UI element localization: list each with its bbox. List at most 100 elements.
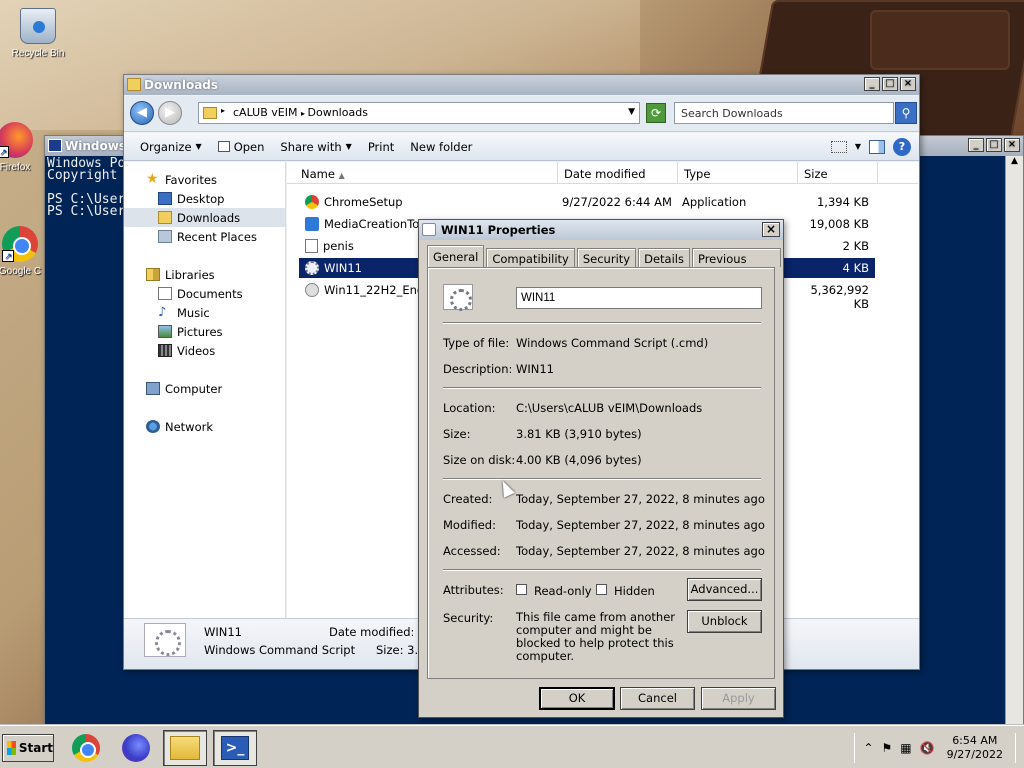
hidden-label[interactable]: Hidden <box>614 584 655 598</box>
back-button[interactable]: ◀ <box>130 101 154 125</box>
share-with-button[interactable]: Share with ▼ <box>272 136 359 158</box>
explorer-titlebar[interactable]: Downloads _ □ × <box>124 75 919 95</box>
desktop-icon-firefox[interactable]: ↗ Firefox <box>0 122 38 173</box>
nav-libraries[interactable]: Libraries <box>124 265 285 284</box>
flag-icon[interactable]: ⚑ <box>882 741 893 755</box>
advanced-button[interactable]: Advanced... <box>687 578 762 601</box>
refresh-button[interactable]: ⟳ <box>646 103 666 123</box>
media-creation-tool-icon <box>305 217 319 231</box>
nav-network[interactable]: Network <box>124 417 285 436</box>
music-icon: ♪ <box>158 305 167 320</box>
taskbar-chrome[interactable] <box>64 730 108 766</box>
taskbar-firefox[interactable] <box>114 730 158 766</box>
nav-label: Favorites <box>165 172 217 187</box>
show-desktop-button[interactable] <box>1015 733 1016 763</box>
file-row[interactable]: ChromeSetup 9/27/2022 6:44 AM Applicatio… <box>299 192 875 212</box>
windows-logo-icon <box>7 741 16 755</box>
file-size: 1,394 KB <box>816 195 869 209</box>
tab-details[interactable]: Details <box>638 248 690 267</box>
breadcrumb-downloads[interactable]: Downloads <box>308 106 368 119</box>
open-icon <box>217 141 230 152</box>
read-only-label[interactable]: Read-only <box>534 584 592 598</box>
new-folder-button[interactable]: New folder <box>402 136 480 158</box>
nav-favorites[interactable]: ★ Favorites <box>124 170 285 189</box>
properties-titlebar[interactable]: WIN11 Properties × <box>419 220 783 240</box>
taskbar-powershell[interactable]: >_ <box>213 730 257 766</box>
start-label: Start <box>18 741 53 755</box>
show-hidden-icons-icon[interactable]: ⌃ <box>863 741 873 755</box>
close-button[interactable]: × <box>762 222 780 237</box>
separator <box>443 478 761 480</box>
security-label: Security: <box>443 611 494 625</box>
tab-previous-versions[interactable]: Previous Versions <box>691 248 781 280</box>
print-button[interactable]: Print <box>360 136 402 158</box>
apply-button[interactable]: Apply <box>701 687 776 710</box>
nav-videos[interactable]: Videos <box>124 341 285 360</box>
clock-time: 6:54 AM <box>952 734 998 747</box>
nav-music[interactable]: ♪ Music <box>124 303 285 322</box>
start-button[interactable]: Start <box>2 734 54 762</box>
system-tray: ⌃ ⚑ ▦ 🔇 6:54 AM 9/27/2022 <box>850 730 1024 766</box>
column-header-size[interactable]: Size <box>798 162 878 184</box>
breadcrumb-user[interactable]: cALUB vEIM <box>233 106 297 119</box>
file-name: ChromeSetup <box>324 195 403 209</box>
unblock-button[interactable]: Unblock <box>687 610 762 633</box>
chevron-down-icon[interactable]: ▼ <box>855 142 861 151</box>
new-folder-label: New folder <box>410 139 473 154</box>
column-header-type[interactable]: Type <box>678 162 798 184</box>
address-field[interactable]: ▸ cALUB vEIM ▸ Downloads ▼ <box>198 102 640 124</box>
wallpaper-chocolate <box>870 10 1010 70</box>
maximize-button[interactable]: □ <box>986 138 1002 152</box>
nav-pictures[interactable]: Pictures <box>124 322 285 341</box>
recycle-bin-icon <box>20 8 56 44</box>
nav-documents[interactable]: Documents <box>124 284 285 303</box>
preview-pane-icon[interactable] <box>869 139 885 154</box>
column-header-name[interactable]: Name ▲ <box>287 162 558 184</box>
open-button[interactable]: Open <box>210 136 273 158</box>
chevron-down-icon[interactable]: ▼ <box>628 107 635 117</box>
close-button[interactable]: × <box>1004 138 1020 152</box>
search-icon[interactable]: ⚲ <box>895 102 917 124</box>
ok-button[interactable]: OK <box>539 687 615 710</box>
nav-label: Videos <box>177 343 216 358</box>
minimize-button[interactable]: _ <box>968 138 984 152</box>
clock[interactable]: 6:54 AM 9/27/2022 <box>947 734 1003 762</box>
explorer-title: Downloads <box>144 78 219 92</box>
volume-muted-icon[interactable]: 🔇 <box>920 741 935 755</box>
column-header-date-modified[interactable]: Date modified <box>558 162 678 184</box>
read-only-checkbox[interactable] <box>516 584 527 595</box>
column-label: Type <box>684 167 711 181</box>
organize-button[interactable]: Organize ▼ <box>132 136 210 158</box>
tab-compatibility[interactable]: Compatibility <box>486 248 575 267</box>
search-input[interactable]: Search Downloads <box>674 102 894 124</box>
help-icon[interactable]: ? <box>893 137 911 156</box>
chevron-right-icon[interactable]: ▸ <box>221 106 225 115</box>
text-file-icon <box>305 239 318 253</box>
nav-desktop[interactable]: Desktop <box>124 189 285 208</box>
views-icon[interactable] <box>830 140 847 153</box>
column-label: Name <box>301 167 335 181</box>
nav-label: Pictures <box>177 324 223 339</box>
maximize-button[interactable]: □ <box>882 77 898 91</box>
tab-general[interactable]: General <box>427 245 485 267</box>
nav-recent-places[interactable]: Recent Places <box>124 227 285 246</box>
desktop-icon-chrome[interactable]: ↗ Google C <box>0 226 44 277</box>
properties-dialog[interactable]: WIN11 Properties × General Compatibility… <box>418 219 784 718</box>
cancel-button[interactable]: Cancel <box>620 687 695 710</box>
powershell-scrollbar[interactable]: ▲ <box>1005 156 1023 724</box>
nav-computer[interactable]: Computer <box>124 379 285 398</box>
minimize-button[interactable]: _ <box>864 77 880 91</box>
desktop-icon-recycle-bin[interactable]: Recycle Bin <box>6 8 70 59</box>
scroll-up-icon[interactable]: ▲ <box>1006 156 1023 166</box>
tab-security[interactable]: Security <box>576 248 637 267</box>
close-button[interactable]: × <box>900 77 916 91</box>
hidden-checkbox[interactable] <box>596 584 607 595</box>
chrome-setup-icon <box>305 195 319 209</box>
column-label: Size <box>804 167 828 181</box>
forward-button[interactable]: ▶ <box>158 101 182 125</box>
network-icon[interactable]: ▦ <box>900 741 911 755</box>
file-date: 9/27/2022 6:44 AM <box>562 195 672 209</box>
taskbar-explorer[interactable] <box>163 730 207 766</box>
nav-downloads[interactable]: Downloads <box>124 208 285 227</box>
file-name-field[interactable] <box>516 287 762 309</box>
